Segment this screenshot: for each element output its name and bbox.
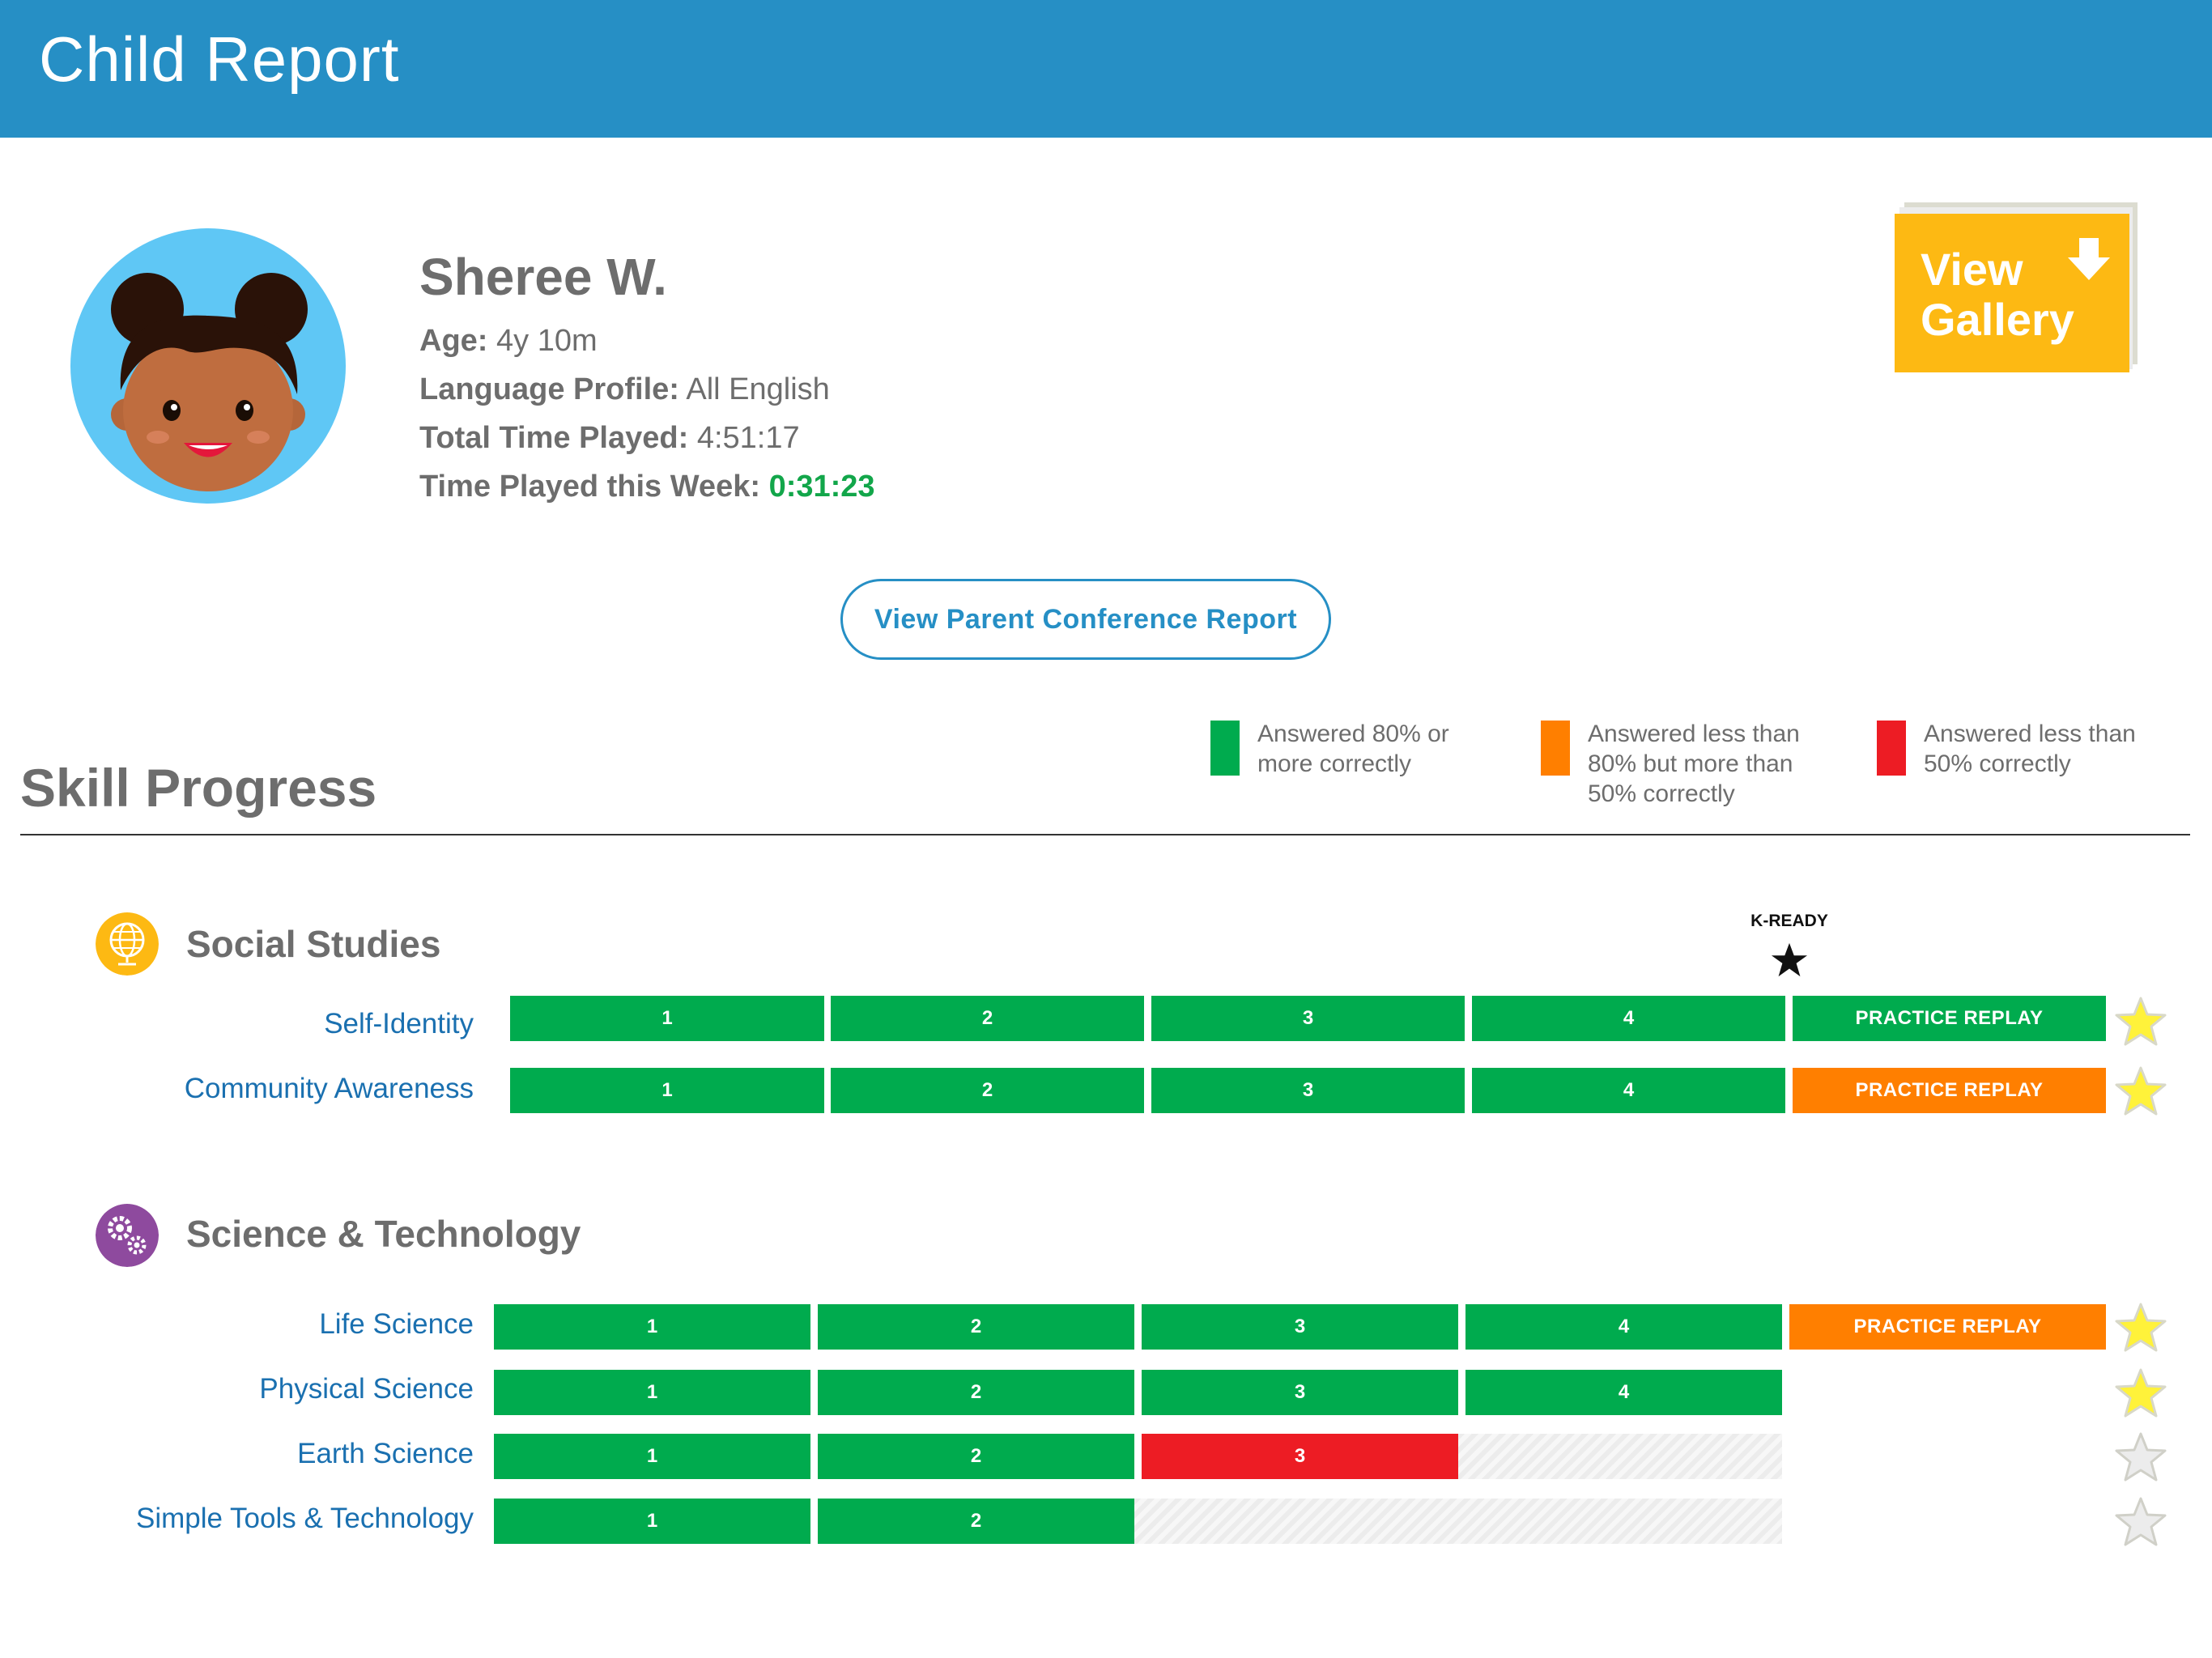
level-segment[interactable]: 2 [818,1304,1134,1350]
total-time-row: Total Time Played: 4:51:17 [419,421,800,456]
age-label: Age: [419,324,488,358]
k-ready-label: K-READY [1750,912,1828,930]
practice-replay-button[interactable]: PRACTICE REPLAY [1793,1068,2106,1113]
week-time-label: Time Played this Week: [419,470,760,504]
skill-label-physical-science[interactable]: Physical Science [259,1373,474,1405]
practice-replay-button[interactable]: PRACTICE REPLAY [1789,1304,2106,1350]
week-time-row: Time Played this Week: 0:31:23 [419,470,875,504]
age-value: 4y 10m [496,324,598,358]
language-row: Language Profile: All English [419,372,830,407]
level-segment[interactable]: 4 [1465,1304,1782,1350]
language-label: Language Profile: [419,372,679,406]
level-segment[interactable]: 2 [818,1370,1134,1415]
level-segment[interactable]: 4 [1472,1068,1785,1113]
gears-icon [96,1204,159,1267]
grey-star-icon [2115,1432,2167,1482]
locked-segment [1134,1499,1782,1544]
child-name: Sheree W. [419,248,667,306]
total-time-value: 4:51:17 [696,421,800,455]
level-segment[interactable]: 3 [1142,1434,1458,1479]
level-segment[interactable]: 2 [831,996,1144,1041]
section-title-science-technology: Science & Technology [186,1213,581,1255]
gallery-label: View Gallery [1921,244,2074,345]
language-value: All English [686,372,830,406]
week-time-value: 0:31:23 [768,470,875,504]
grey-star-icon [2115,1497,2167,1546]
level-segment[interactable]: 3 [1142,1370,1458,1415]
skill-label-simple-tools-technology[interactable]: Simple Tools & Technology [136,1503,474,1535]
legend-swatch-green [1210,721,1240,776]
total-time-label: Total Time Played: [419,421,689,455]
gold-star-icon [2115,1368,2167,1418]
locked-segment [1458,1434,1782,1479]
legend-swatch-orange [1541,721,1570,776]
level-segment[interactable]: 1 [494,1370,810,1415]
globe-icon [96,912,159,976]
gold-star-icon [2115,997,2167,1046]
download-arrow-icon [2068,238,2110,280]
practice-replay-button[interactable]: PRACTICE REPLAY [1793,996,2106,1041]
level-segment[interactable]: 4 [1472,996,1785,1041]
legend-text-green: Answered 80% or more correctly [1257,721,1449,777]
legend-text-orange: Answered less than 80% but more than 50%… [1588,721,1800,807]
skill-progress-title: Skill Progress [20,758,377,818]
level-segment[interactable]: 2 [818,1499,1134,1544]
gold-star-icon [2115,1303,2167,1352]
legend-text-red: Answered less than 50% correctly [1924,721,2136,777]
view-parent-conference-report-button[interactable]: View Parent Conference Report [840,579,1331,660]
k-ready-star-icon [1771,942,1808,977]
level-segment[interactable]: 3 [1151,1068,1465,1113]
level-segment[interactable]: 3 [1151,996,1465,1041]
view-gallery-button[interactable]: View Gallery [1895,202,2138,372]
skill-label-earth-science[interactable]: Earth Science [297,1438,474,1470]
level-segment[interactable]: 1 [510,1068,824,1113]
skill-label-community-awareness[interactable]: Community Awareness [185,1073,474,1105]
level-segment[interactable]: 3 [1142,1304,1458,1350]
level-segment[interactable]: 1 [494,1434,810,1479]
child-avatar [70,228,346,504]
gold-star-icon [2115,1066,2167,1116]
app-header: Child Report [0,0,2212,138]
level-segment[interactable]: 1 [510,996,824,1041]
section-title-social-studies: Social Studies [186,923,441,965]
level-segment[interactable]: 2 [818,1434,1134,1479]
level-segment[interactable]: 1 [494,1304,810,1350]
age-row: Age: 4y 10m [419,324,598,359]
legend-swatch-red [1877,721,1906,776]
skill-progress-divider [20,834,2190,835]
page-title: Child Report [39,23,400,95]
skill-label-self-identity[interactable]: Self-Identity [324,1008,474,1040]
level-segment[interactable]: 4 [1465,1370,1782,1415]
level-segment[interactable]: 2 [831,1068,1144,1113]
level-segment[interactable]: 1 [494,1499,810,1544]
skill-label-life-science[interactable]: Life Science [319,1308,474,1341]
